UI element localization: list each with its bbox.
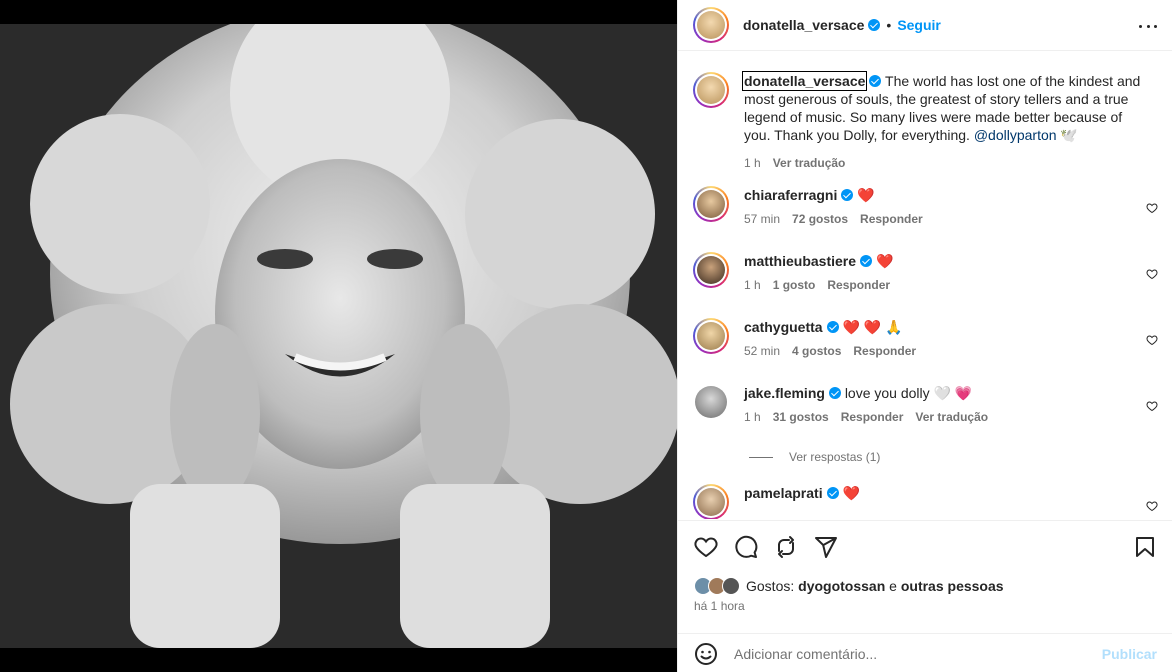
comments-list[interactable]: donatella_versace The world has lost one… <box>678 52 1172 519</box>
follow-button[interactable]: Seguir <box>897 17 941 33</box>
reply-button[interactable]: Responder <box>860 212 923 226</box>
like-comment-icon[interactable] <box>1146 500 1158 512</box>
likes-conj: e <box>889 578 897 594</box>
save-icon[interactable] <box>1133 535 1157 559</box>
likes-others[interactable]: outras pessoas <box>901 578 1004 594</box>
repost-icon[interactable] <box>774 535 798 559</box>
reply-button[interactable]: Responder <box>827 278 890 292</box>
comment-emoji: 🤍 💗 <box>933 385 973 401</box>
comment-likes[interactable]: 1 gosto <box>773 278 816 292</box>
author-username[interactable]: donatella_versace <box>743 17 864 33</box>
comment-time[interactable]: 57 min <box>744 212 780 226</box>
comment-username[interactable]: jake.fleming <box>744 385 825 401</box>
publish-button[interactable]: Publicar <box>1102 646 1157 662</box>
comment-username[interactable]: cathyguetta <box>744 319 823 335</box>
comment-text: ❤️ <box>857 187 875 203</box>
comment-text: ❤️ <box>875 253 894 269</box>
verified-icon <box>869 75 882 87</box>
caption-mention[interactable]: @dollyparton <box>974 127 1057 143</box>
verified-icon <box>868 19 881 31</box>
comment-item: chiaraferragni ❤️ 57 min 72 gostos Respo… <box>693 186 1158 226</box>
comment-avatar[interactable] <box>693 384 729 424</box>
post-actions: Gostos: dyogotossan e outras pessoas há … <box>678 520 1172 672</box>
caption-translate[interactable]: Ver tradução <box>773 156 846 170</box>
comment-time[interactable]: 1 h <box>744 410 761 424</box>
comment-username[interactable]: chiaraferragni <box>744 187 837 203</box>
likes-prefix: Gostos: <box>746 578 795 594</box>
add-comment-bar: Publicar <box>678 633 1172 672</box>
like-comment-icon[interactable] <box>1146 202 1158 214</box>
view-replies-button[interactable]: Ver respostas (1) <box>749 450 880 464</box>
post-dialog: donatella_versace • Seguir donatella_ver… <box>0 0 1172 672</box>
comment-avatar[interactable] <box>693 252 729 288</box>
reply-button[interactable]: Responder <box>853 344 916 358</box>
caption-text-block: donatella_versace The world has lost one… <box>741 71 1144 144</box>
like-comment-icon[interactable] <box>1146 400 1158 412</box>
replies-line <box>749 456 773 458</box>
comment-likes[interactable]: 4 gostos <box>792 344 841 358</box>
portrait-image <box>0 24 677 648</box>
post-media <box>0 0 677 672</box>
comment-username[interactable]: pamelaprati <box>744 485 823 501</box>
comment-text: ❤️ <box>842 485 860 501</box>
comment-avatar[interactable] <box>693 318 729 354</box>
emoji-icon[interactable] <box>694 642 718 666</box>
caption-avatar[interactable] <box>693 72 729 108</box>
like-icon[interactable] <box>694 535 718 559</box>
post-header: donatella_versace • Seguir <box>678 0 1172 51</box>
comment-text: love you dolly <box>844 385 930 401</box>
caption-username[interactable]: donatella_versace <box>741 71 868 91</box>
verified-icon <box>828 387 841 399</box>
view-replies-label: Ver respostas (1) <box>789 450 881 464</box>
more-options-icon[interactable] <box>1139 17 1157 35</box>
comment-item: pamelaprati ❤️ <box>693 484 1158 519</box>
author-avatar[interactable] <box>693 7 729 43</box>
comment-likes[interactable]: 31 gostos <box>773 410 829 424</box>
likes-summary[interactable]: Gostos: dyogotossan e outras pessoas <box>694 577 1004 595</box>
comment-item: matthieubastiere ❤️ 1 h 1 gosto Responde… <box>693 252 1158 292</box>
liker-username[interactable]: dyogotossan <box>798 578 885 594</box>
caption-time[interactable]: 1 h <box>744 156 761 170</box>
comment-input[interactable] <box>734 645 1094 662</box>
comment-username[interactable]: matthieubastiere <box>744 253 856 269</box>
comment-time[interactable]: 52 min <box>744 344 780 358</box>
liker-avatars <box>694 577 740 595</box>
like-comment-icon[interactable] <box>1146 334 1158 346</box>
verified-icon <box>860 255 873 267</box>
comment-avatar[interactable] <box>693 484 729 519</box>
comment-item: jake.fleming love you dolly 🤍 💗 1 h 31 g… <box>693 384 1158 424</box>
separator-dot: • <box>886 17 892 33</box>
verified-icon <box>841 189 854 201</box>
dove-emoji: 🕊️ <box>1060 127 1078 143</box>
share-icon[interactable] <box>814 535 838 559</box>
caption-row: donatella_versace The world has lost one… <box>693 71 1158 170</box>
post-time[interactable]: há 1 hora <box>694 599 745 613</box>
comment-icon[interactable] <box>734 535 758 559</box>
verified-icon <box>826 321 839 333</box>
comment-text: ❤️ ❤️ 🙏 <box>842 319 903 335</box>
like-comment-icon[interactable] <box>1146 268 1158 280</box>
post-photo[interactable] <box>0 24 677 648</box>
comment-avatar[interactable] <box>693 186 729 222</box>
post-sidebar: donatella_versace • Seguir donatella_ver… <box>677 0 1172 672</box>
translate-button[interactable]: Ver tradução <box>915 410 988 424</box>
reply-button[interactable]: Responder <box>841 410 904 424</box>
verified-icon <box>826 487 839 499</box>
comment-item: cathyguetta ❤️ ❤️ 🙏 52 min 4 gostos Resp… <box>693 318 1158 358</box>
comment-likes[interactable]: 72 gostos <box>792 212 848 226</box>
comment-time[interactable]: 1 h <box>744 278 761 292</box>
